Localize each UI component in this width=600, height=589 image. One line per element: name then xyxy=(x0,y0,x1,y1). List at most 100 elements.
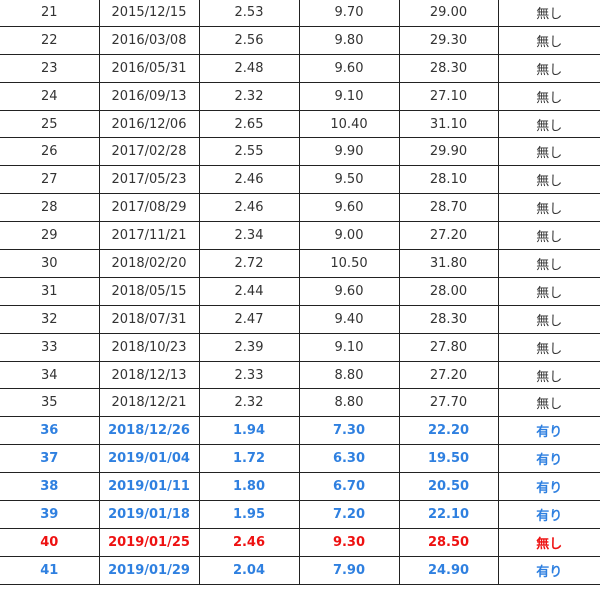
table-body: 21 2015/12/15 2.53 9.70 29.00 無し 22 2016/03/08 2… xyxy=(0,0,600,585)
flag-cell: 有り xyxy=(497,444,600,474)
value2-cell: 9.40 xyxy=(298,304,400,334)
table-row: 37 2019/01/04 1.72 6.30 19.50 有り xyxy=(0,444,600,474)
flag-cell: 無し xyxy=(497,109,600,139)
flag-cell: 無し xyxy=(497,193,600,223)
table-row: 32 2018/07/31 2.47 9.40 28.30 無し xyxy=(0,304,600,334)
row-number-cell: 22 xyxy=(0,25,100,55)
value1-cell: 2.32 xyxy=(198,388,300,418)
row-number-cell: 34 xyxy=(0,360,100,390)
table-row: 39 2019/01/18 1.95 7.20 22.10 有り xyxy=(0,500,600,529)
value3-cell: 24.90 xyxy=(398,555,499,585)
date-cell: 2017/05/23 xyxy=(98,165,200,195)
value2-cell: 9.90 xyxy=(298,137,400,167)
value3-cell: 28.30 xyxy=(398,53,499,83)
table-row: 28 2017/08/29 2.46 9.60 28.70 無し xyxy=(0,193,600,223)
date-cell: 2018/07/31 xyxy=(98,304,200,334)
flag-cell: 無し xyxy=(497,81,600,111)
value2-cell: 9.80 xyxy=(298,25,400,55)
value3-cell: 28.50 xyxy=(398,527,499,557)
value3-cell: 20.50 xyxy=(398,472,499,502)
table-row: 25 2016/12/06 2.65 10.40 31.10 無し xyxy=(0,109,600,139)
value2-cell: 8.80 xyxy=(298,360,400,390)
row-number-cell: 23 xyxy=(0,53,100,83)
value2-cell: 10.50 xyxy=(298,249,400,278)
table-row: 36 2018/12/26 1.94 7.30 22.20 有り xyxy=(0,416,600,446)
value2-cell: 10.40 xyxy=(298,109,400,139)
value3-cell: 29.30 xyxy=(398,25,499,55)
row-number-cell: 36 xyxy=(0,416,100,446)
flag-cell: 無し xyxy=(497,0,600,27)
flag-cell: 無し xyxy=(497,527,600,557)
value3-cell: 27.20 xyxy=(398,221,499,251)
table-row: 26 2017/02/28 2.55 9.90 29.90 無し xyxy=(0,137,600,167)
date-cell: 2018/12/13 xyxy=(98,360,200,390)
value3-cell: 27.20 xyxy=(398,360,499,390)
value2-cell: 7.90 xyxy=(298,555,400,585)
row-number-cell: 32 xyxy=(0,304,100,334)
value1-cell: 2.04 xyxy=(198,555,300,585)
row-number-cell: 29 xyxy=(0,221,100,251)
row-number-cell: 28 xyxy=(0,193,100,223)
flag-cell: 無し xyxy=(497,137,600,167)
row-number-cell: 24 xyxy=(0,81,100,111)
row-number-cell: 25 xyxy=(0,109,100,139)
table-row: 24 2016/09/13 2.32 9.10 27.10 無し xyxy=(0,81,600,111)
row-number-cell: 39 xyxy=(0,500,100,529)
value2-cell: 9.10 xyxy=(298,81,400,111)
value3-cell: 31.80 xyxy=(398,249,499,278)
date-cell: 2016/09/13 xyxy=(98,81,200,111)
flag-cell: 無し xyxy=(497,360,600,390)
date-cell: 2019/01/11 xyxy=(98,472,200,502)
value2-cell: 9.60 xyxy=(298,193,400,223)
value3-cell: 28.00 xyxy=(398,276,499,306)
date-cell: 2016/05/31 xyxy=(98,53,200,83)
value2-cell: 9.70 xyxy=(298,0,400,27)
flag-cell: 無し xyxy=(497,276,600,306)
value2-cell: 9.00 xyxy=(298,221,400,251)
date-cell: 2016/03/08 xyxy=(98,25,200,55)
value1-cell: 2.46 xyxy=(198,193,300,223)
flag-cell: 無し xyxy=(497,25,600,55)
date-cell: 2017/02/28 xyxy=(98,137,200,167)
value1-cell: 1.95 xyxy=(198,500,300,529)
flag-cell: 有り xyxy=(497,500,600,529)
value2-cell: 9.60 xyxy=(298,53,400,83)
value3-cell: 27.80 xyxy=(398,332,499,362)
row-number-cell: 30 xyxy=(0,249,100,278)
value2-cell: 8.80 xyxy=(298,388,400,418)
date-cell: 2018/12/21 xyxy=(98,388,200,418)
table-row: 40 2019/01/25 2.46 9.30 28.50 無し xyxy=(0,527,600,557)
value2-cell: 6.70 xyxy=(298,472,400,502)
value3-cell: 19.50 xyxy=(398,444,499,474)
data-table: 21 2015/12/15 2.53 9.70 29.00 無し 22 2016/03/08 2… xyxy=(0,0,600,585)
value3-cell: 29.00 xyxy=(398,0,499,27)
value2-cell: 9.60 xyxy=(298,276,400,306)
value1-cell: 2.33 xyxy=(198,360,300,390)
date-cell: 2019/01/18 xyxy=(98,500,200,529)
value1-cell: 1.72 xyxy=(198,444,300,474)
row-number-cell: 27 xyxy=(0,165,100,195)
flag-cell: 無し xyxy=(497,304,600,334)
date-cell: 2019/01/29 xyxy=(98,555,200,585)
table-row: 31 2018/05/15 2.44 9.60 28.00 無し xyxy=(0,276,600,306)
date-cell: 2016/12/06 xyxy=(98,109,200,139)
table-row: 22 2016/03/08 2.56 9.80 29.30 無し xyxy=(0,25,600,55)
table-row: 35 2018/12/21 2.32 8.80 27.70 無し xyxy=(0,388,600,418)
value1-cell: 2.47 xyxy=(198,304,300,334)
date-cell: 2019/01/04 xyxy=(98,444,200,474)
value1-cell: 2.72 xyxy=(198,249,300,278)
value3-cell: 31.10 xyxy=(398,109,499,139)
table-row: 34 2018/12/13 2.33 8.80 27.20 無し xyxy=(0,360,600,390)
flag-cell: 無し xyxy=(497,165,600,195)
table-row: 33 2018/10/23 2.39 9.10 27.80 無し xyxy=(0,332,600,362)
date-cell: 2018/10/23 xyxy=(98,332,200,362)
row-number-cell: 33 xyxy=(0,332,100,362)
date-cell: 2018/05/15 xyxy=(98,276,200,306)
flag-cell: 無し xyxy=(497,332,600,362)
value1-cell: 2.46 xyxy=(198,527,300,557)
table-row: 29 2017/11/21 2.34 9.00 27.20 無し xyxy=(0,221,600,251)
date-cell: 2017/11/21 xyxy=(98,221,200,251)
row-number-cell: 40 xyxy=(0,527,100,557)
value3-cell: 27.10 xyxy=(398,81,499,111)
flag-cell: 有り xyxy=(497,416,600,446)
